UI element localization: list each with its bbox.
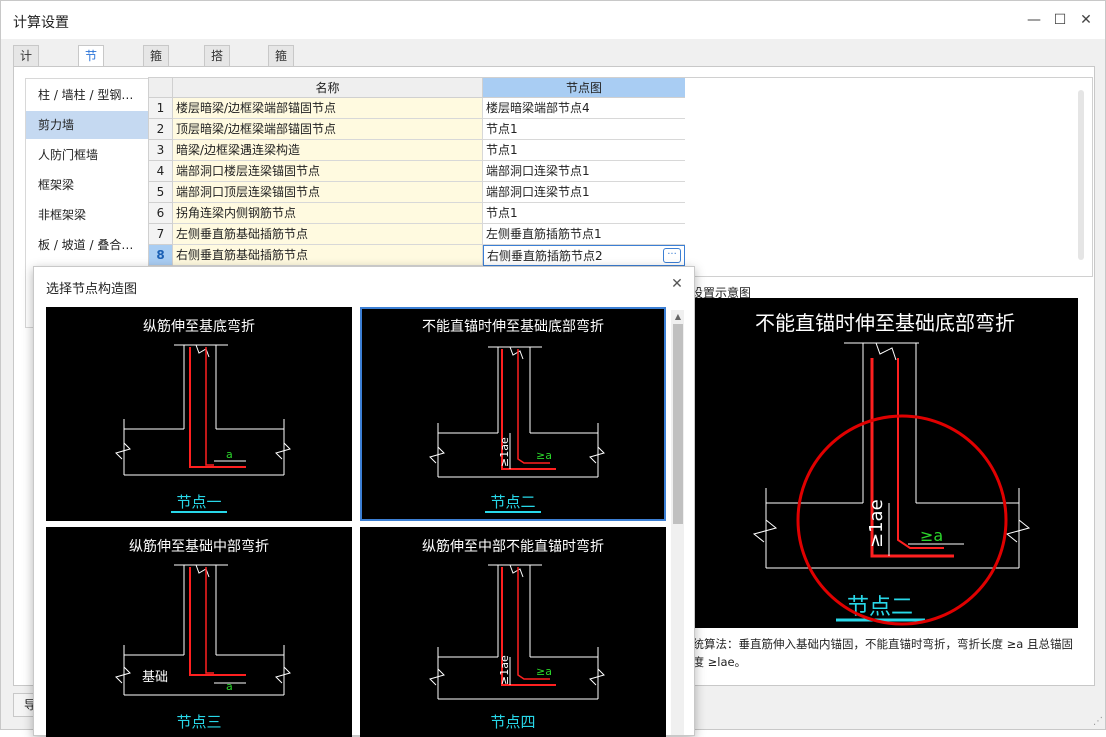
table-row[interactable]: 5 端部洞口顶层连梁锚固节点 端部洞口连梁节点1 [149, 182, 685, 203]
tab-node-settings[interactable]: 节点设置 [78, 45, 105, 123]
card-node-label: 节点四 [490, 713, 535, 731]
title-bar: 计算设置 — ☐ ✕ [1, 1, 1105, 39]
row-number: 3 [149, 140, 173, 161]
row-number: 7 [149, 224, 173, 245]
card-node-label: 节点一 [176, 493, 221, 511]
card-a-dimension: ≥a [536, 665, 552, 678]
row-number-header [149, 78, 173, 98]
node-card-2[interactable]: 不能直锚时伸至基础底部弯折 ≥1ae ≥a 节点二 [360, 307, 666, 521]
browse-node-button[interactable]: ··· [663, 248, 681, 263]
highlight-circle [796, 414, 1008, 626]
card-a-dimension: a [226, 448, 233, 461]
preview-a-dimension: ≥a [920, 526, 943, 545]
row-node-cell[interactable]: 端部洞口连梁节点1 [483, 182, 685, 203]
row-name-cell: 拐角连梁内侧钢筋节点 [173, 203, 483, 224]
row-node-cell[interactable]: 左侧垂直筋插筋节点1 [483, 224, 685, 245]
table-row[interactable]: 6 拐角连梁内侧钢筋节点 节点1 [149, 203, 685, 224]
table-row[interactable]: 2 顶层暗梁/边框梁端部锚固节点 节点1 [149, 119, 685, 140]
row-number: 5 [149, 182, 173, 203]
dialog-title: 选择节点构造图 [46, 282, 138, 297]
table-scrollbar[interactable] [1078, 90, 1084, 260]
nav-item-slab[interactable]: 板 / 坡道 / 叠合… [26, 231, 154, 259]
node-settings-table: 名称 节点图 1 楼层暗梁/边框梁端部锚固节点 楼层暗梁端部节点4 2 顶层暗梁… [148, 77, 1093, 277]
maximize-icon[interactable]: ☐ [1049, 9, 1071, 31]
card-a-dimension: a [226, 680, 233, 693]
close-icon[interactable]: ✕ [1075, 9, 1097, 31]
row-name-cell: 暗梁/边框梁遇连梁构造 [173, 140, 483, 161]
tab-stirrup-formula[interactable]: 箍筋公式 [268, 45, 295, 123]
card-title: 纵筋伸至基底弯折 [143, 318, 255, 335]
row-number: 1 [149, 98, 173, 119]
row-number: 8 [149, 245, 173, 266]
table-row[interactable]: 3 暗梁/边框梁遇连梁构造 节点1 [149, 140, 685, 161]
table-header: 名称 节点图 [149, 78, 1094, 98]
row-name-cell: 端部洞口顶层连梁锚固节点 [173, 182, 483, 203]
node-card-1[interactable]: 纵筋伸至基底弯折 a 节点一 [46, 307, 352, 521]
resize-grip-icon[interactable]: ⋰ [1093, 716, 1103, 727]
card-a-dimension: ≥a [536, 449, 552, 462]
scroll-up-icon[interactable]: ▲ [671, 310, 684, 324]
row-node-cell[interactable]: 节点1 [483, 203, 685, 224]
row-number: 2 [149, 119, 173, 140]
row-number: 4 [149, 161, 173, 182]
nav-item-frame-beam[interactable]: 框架梁 [26, 171, 154, 199]
preview-title: 不能直锚时伸至基础底部弯折 [755, 311, 1015, 335]
tab-stirrup-settings[interactable]: 箍筋设置 [143, 45, 170, 123]
table-row[interactable]: 7 左侧垂直筋基础插筋节点 左侧垂直筋插筋节点1 [149, 224, 685, 245]
card-node-label: 节点二 [490, 493, 535, 511]
window-title: 计算设置 [13, 15, 69, 31]
row-name-cell: 右侧垂直筋基础插筋节点 [173, 245, 483, 266]
nav-item-non-frame-beam[interactable]: 非框架梁 [26, 201, 154, 229]
row-node-cell[interactable]: 楼层暗梁端部节点4 [483, 98, 685, 119]
node-card-4[interactable]: 纵筋伸至中部不能直锚时弯折 ≥1ae ≥a 节点四 [360, 527, 666, 737]
column-header-node[interactable]: 节点图 [483, 78, 685, 98]
preview-node-label: 节点二 [847, 595, 913, 620]
nav-item-civil-defense-wall[interactable]: 人防门框墙 [26, 141, 154, 169]
row-number: 6 [149, 203, 173, 224]
card-title: 不能直锚时伸至基础底部弯折 [422, 318, 604, 335]
node-gallery: 纵筋伸至基底弯折 a 节点一 不能直锚时伸至基础底部弯折 ≥1ae ≥a 节点二… [46, 307, 684, 737]
scroll-thumb[interactable] [673, 324, 683, 524]
table-row[interactable]: 4 端部洞口楼层连梁锚固节点 端部洞口连梁节点1 [149, 161, 685, 182]
row-name-cell: 顶层暗梁/边框梁端部锚固节点 [173, 119, 483, 140]
node-card-3[interactable]: 纵筋伸至基础中部弯折 基础 a 节点三 [46, 527, 352, 737]
algorithm-description: 传统算法：垂直筋伸入基础内锚固，不能直锚时弯折，弯折长度 ≥a 且总锚固长度 ≥… [681, 637, 1073, 669]
table-row[interactable]: 1 楼层暗梁/边框梁端部锚固节点 楼层暗梁端部节点4 [149, 98, 685, 119]
card-lae-dimension: ≥1ae [498, 437, 511, 467]
row-node-cell[interactable]: 端部洞口连梁节点1 [483, 161, 685, 182]
column-header-name[interactable]: 名称 [173, 78, 483, 98]
row-node-cell[interactable]: 节点1 [483, 119, 685, 140]
card-title: 纵筋伸至基础中部弯折 [129, 538, 269, 555]
tab-lap-settings[interactable]: 搭接设置 [204, 45, 231, 123]
row-node-value: 右侧垂直筋插筋节点2 [487, 249, 603, 263]
row-node-cell[interactable]: 节点1 [483, 140, 685, 161]
card-node-label: 节点三 [176, 713, 221, 731]
table-row-selected[interactable]: 8 右侧垂直筋基础插筋节点 右侧垂直筋插筋节点2 ··· [149, 245, 685, 266]
row-name-cell: 端部洞口楼层连梁锚固节点 [173, 161, 483, 182]
preview-lae-dimension: ≥1ae [866, 499, 887, 548]
tab-calc-rules[interactable]: 计算规则 [13, 45, 40, 123]
dialog-close-icon[interactable]: ✕ [668, 275, 686, 293]
card-title: 纵筋伸至中部不能直锚时弯折 [422, 538, 604, 555]
minimize-icon[interactable]: — [1023, 9, 1045, 31]
preview-svg: 不能直锚时伸至基础底部弯折 ≥1ae ≥a 节点二 [752, 311, 1031, 626]
nav-item-column[interactable]: 柱 / 墙柱 / 型钢… [26, 81, 154, 109]
row-name-cell: 楼层暗梁/边框梁端部锚固节点 [173, 98, 483, 119]
card-lae-dimension: ≥1ae [498, 655, 511, 685]
row-node-cell-editing[interactable]: 右侧垂直筋插筋节点2 ··· [483, 245, 685, 266]
node-preview-diagram: 不能直锚时伸至基础底部弯折 ≥1ae ≥a 节点二 [684, 298, 1078, 628]
row-name-cell: 左侧垂直筋基础插筋节点 [173, 224, 483, 245]
dialog-scrollbar[interactable]: ▲ [671, 310, 684, 735]
select-node-dialog: 选择节点构造图 ✕ 纵筋伸至基底弯折 a 节点一 不能直锚时伸至基础底部弯折 ≥… [33, 266, 695, 737]
card-base-label: 基础 [142, 670, 168, 685]
nav-item-shear-wall[interactable]: 剪力墙 [26, 111, 154, 139]
